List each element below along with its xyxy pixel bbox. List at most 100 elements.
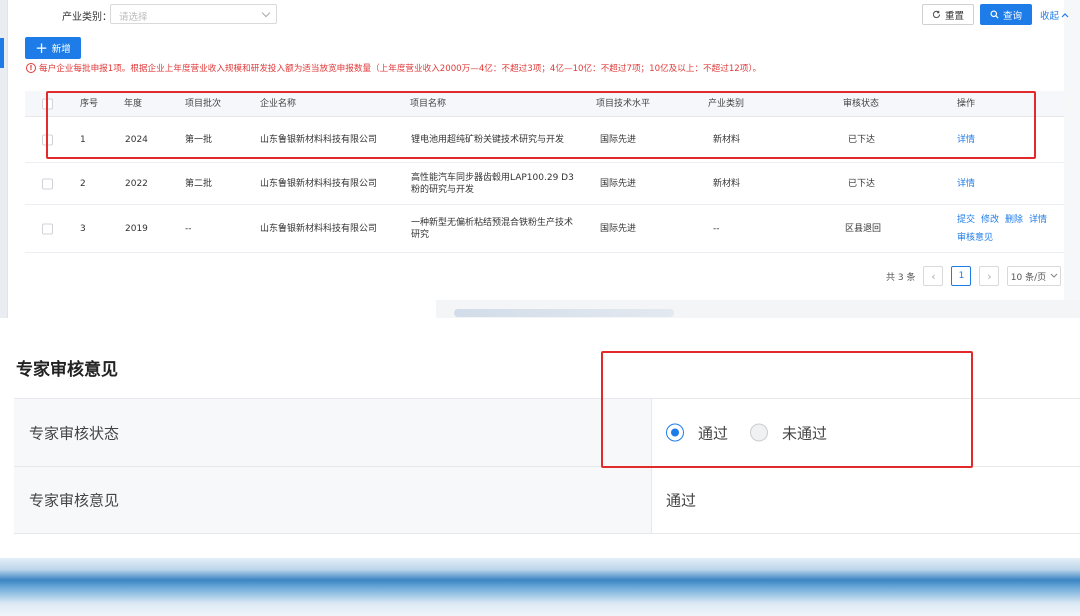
collapse-filter-label: 收起: [1040, 11, 1060, 22]
cell-batch: --: [185, 223, 192, 234]
detail-link[interactable]: 详情: [957, 177, 975, 189]
radio-pass-label[interactable]: 通过: [698, 422, 728, 443]
add-button-label: 新增: [51, 44, 71, 55]
radio-fail[interactable]: [750, 423, 769, 442]
chevron-left-icon: ‹: [931, 269, 936, 283]
table-header: 序号 年度 项目批次 企业名称 项目名称 项目技术水平 产业类别 审核状态 操作: [25, 91, 1064, 117]
cell-index: 2: [80, 178, 86, 189]
side-nav-strip: [0, 0, 8, 318]
query-button-label: 查询: [1002, 10, 1022, 22]
cell-tech-level: 国际先进: [600, 223, 637, 234]
table-row: 2 2022 第二批 山东鲁银新材料科技有限公司 高性能汽车同步器齿毂用LAP1…: [25, 163, 1064, 205]
cell-status: 已下达: [848, 134, 876, 145]
submit-link[interactable]: 提交: [957, 213, 975, 225]
select-all-checkbox[interactable]: [42, 98, 53, 109]
scroll-gutter: [1064, 0, 1080, 318]
chevron-right-icon: ›: [987, 269, 992, 283]
pagination: 共 3 条 ‹ 1 › 10 条/页: [886, 266, 1062, 286]
refresh-icon: [932, 10, 941, 19]
cell-ops: 详情: [957, 177, 1053, 189]
page-number-current[interactable]: 1: [951, 266, 972, 286]
col-header-year: 年度: [124, 98, 143, 109]
project-table: 序号 年度 项目批次 企业名称 项目名称 项目技术水平 产业类别 审核状态 操作…: [25, 91, 1064, 253]
table-row: 1 2024 第一批 山东鲁银新材料科技有限公司 锂电池用超纯矿粉关键技术研究与…: [25, 117, 1064, 163]
row-checkbox[interactable]: [42, 223, 53, 234]
add-button[interactable]: + 新增: [25, 37, 81, 59]
review-opinion-link[interactable]: 审核意见: [957, 232, 993, 244]
expert-review-panel: 专家审核意见 专家审核状态 通过 未通过 专家审核意见 通过: [0, 318, 1080, 558]
cell-status: 区县退回: [845, 223, 882, 234]
cell-company: 山东鲁银新材料科技有限公司: [260, 134, 378, 145]
quota-notice: ! 每户企业每批申报1项。根据企业上年度营业收入规模和研发投入额为适当放宽申报数…: [26, 62, 761, 74]
review-status-radio-group: 通过 未通过: [666, 422, 827, 443]
col-header-category: 产业类别: [708, 98, 745, 109]
query-button[interactable]: 查询: [980, 4, 1032, 25]
desktop-background-strip: [0, 558, 1080, 616]
chevron-down-icon: [1050, 273, 1058, 278]
review-status-label-cell: 专家审核状态: [14, 399, 652, 466]
prev-page-button[interactable]: ‹: [923, 266, 944, 286]
plus-icon: +: [35, 38, 48, 57]
page-size-select[interactable]: 10 条/页: [1007, 266, 1062, 286]
cell-tech-level: 国际先进: [600, 178, 637, 189]
review-opinion-value: 通过: [666, 490, 696, 511]
cell-batch: 第一批: [185, 134, 213, 145]
cell-year: 2024: [125, 134, 148, 145]
review-status-label: 专家审核状态: [29, 424, 120, 442]
cell-project: 高性能汽车同步器齿毂用LAP100.29 D3粉的研究与开发: [411, 172, 574, 195]
category-select[interactable]: 请选择: [110, 4, 277, 24]
col-header-status: 审核状态: [843, 98, 880, 109]
radio-pass[interactable]: [666, 423, 684, 442]
cell-tech-level: 国际先进: [600, 134, 637, 145]
collapse-filter-link[interactable]: 收起: [1040, 8, 1069, 22]
next-page-button[interactable]: ›: [979, 266, 1000, 286]
chevron-up-icon: [1061, 13, 1069, 18]
cell-project: 锂电池用超纯矿粉关键技术研究与开发: [411, 134, 565, 145]
cell-index: 1: [80, 134, 86, 145]
detail-link[interactable]: 详情: [957, 133, 975, 145]
cell-ops: 详情: [957, 133, 1053, 145]
review-opinion-text: 通过: [666, 491, 697, 510]
warning-icon: !: [26, 63, 36, 73]
col-header-project: 项目名称: [410, 98, 447, 109]
col-header-tech-level: 项目技术水平: [596, 98, 651, 109]
category-filter-label: 产业类别：: [62, 12, 112, 23]
cell-company: 山东鲁银新材料科技有限公司: [260, 178, 378, 189]
review-form: 专家审核状态 通过 未通过 专家审核意见 通过: [14, 398, 1080, 534]
cell-project: 一种新型无偏析粘结预混合铁粉生产技术研究: [411, 217, 574, 240]
chevron-down-icon: [261, 8, 271, 18]
section-title: 专家审核意见: [16, 360, 118, 380]
row-checkbox[interactable]: [42, 178, 53, 189]
detail-link[interactable]: 详情: [1029, 213, 1047, 225]
category-select-placeholder: 请选择: [119, 12, 148, 23]
pagination-total: 共 3 条: [886, 272, 916, 283]
reset-button[interactable]: 重置: [922, 4, 974, 25]
side-nav-active-marker: [0, 38, 4, 68]
cell-status: 已下达: [848, 178, 876, 189]
cell-company: 山东鲁银新材料科技有限公司: [260, 223, 378, 234]
cell-category: --: [713, 223, 720, 234]
review-opinion-label: 专家审核意见: [29, 491, 120, 510]
reset-button-label: 重置: [944, 10, 964, 22]
cell-year: 2019: [125, 223, 148, 234]
page-size-label: 10 条/页: [1010, 272, 1047, 283]
project-list-panel: 产业类别： 请选择 重置 查询 收起 + 新增 ! 每户企业每批申报1项。根据企…: [0, 0, 1080, 318]
cell-category: 新材料: [713, 134, 741, 145]
cell-year: 2022: [125, 178, 148, 189]
edit-link[interactable]: 修改: [981, 213, 999, 225]
radio-fail-label[interactable]: 未通过: [782, 422, 827, 443]
cell-batch: 第二批: [185, 178, 213, 189]
col-header-ops: 操作: [957, 98, 976, 109]
table-row: 3 2019 -- 山东鲁银新材料科技有限公司 一种新型无偏析粘结预混合铁粉生产…: [25, 205, 1064, 253]
blurred-text: [454, 309, 674, 317]
col-header-company: 企业名称: [260, 98, 297, 109]
review-status-row: 专家审核状态 通过 未通过: [14, 398, 1080, 466]
review-opinion-row: 专家审核意见 通过: [14, 466, 1080, 534]
quota-notice-text: 每户企业每批申报1项。根据企业上年度营业收入规模和研发投入额为适当放宽申报数量（…: [39, 64, 762, 74]
review-opinion-label-cell: 专家审核意见: [14, 467, 652, 533]
col-header-batch: 项目批次: [185, 98, 222, 109]
delete-link[interactable]: 删除: [1005, 213, 1023, 225]
row-checkbox[interactable]: [42, 134, 53, 145]
cell-category: 新材料: [713, 178, 741, 189]
col-header-index: 序号: [80, 98, 99, 109]
